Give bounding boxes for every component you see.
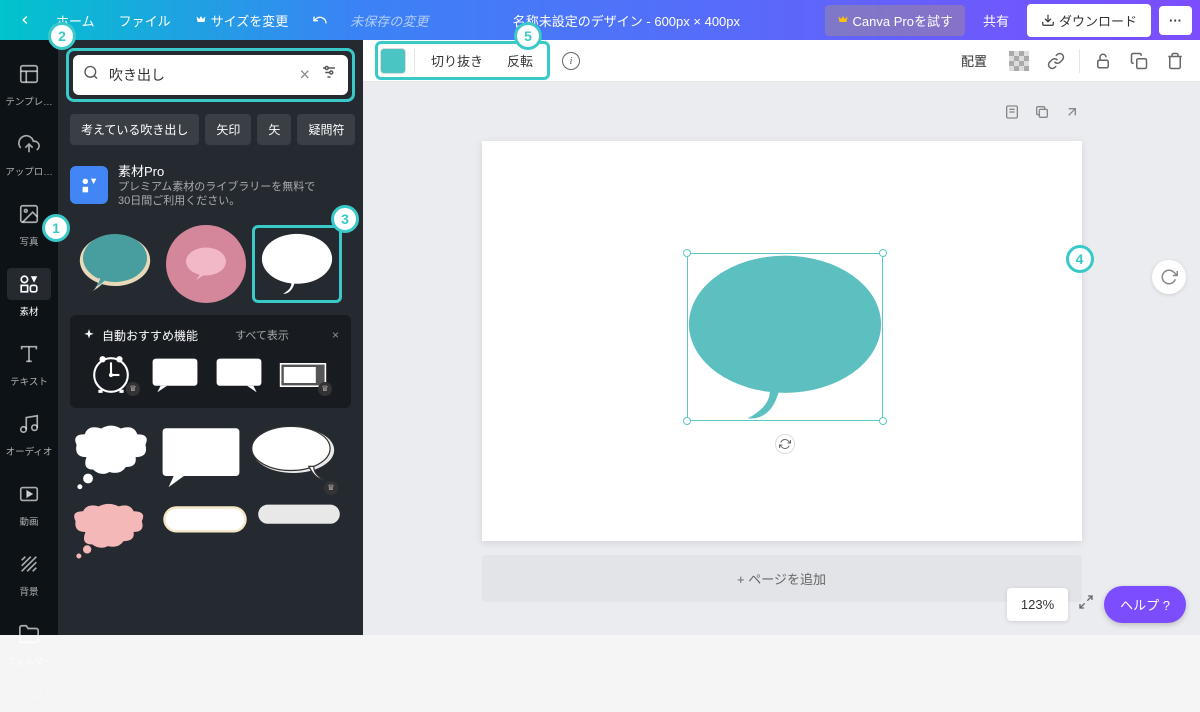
canvas-page[interactable]: 4	[482, 141, 1082, 541]
crown-icon	[195, 14, 207, 26]
pro-badge-icon: ♕	[324, 481, 338, 495]
info-icon[interactable]: i	[562, 52, 580, 70]
recommendations-section: 自動おすすめ機能 すべて表示 × ♕ ♕	[70, 315, 351, 408]
position-button[interactable]: 配置	[953, 47, 995, 74]
tutorial-badge-3: 3	[331, 205, 359, 233]
sidebar-item-templates[interactable]: テンプレ…	[0, 48, 58, 118]
undo-button[interactable]	[302, 6, 338, 34]
element-result[interactable]	[70, 424, 152, 497]
pro-promo-banner[interactable]: 素材Pro プレミアム素材のライブラリーを無料で 30日間ご利用ください。	[70, 157, 351, 213]
element-result[interactable]	[256, 503, 342, 566]
icon-sidebar: テンプレ… アップロ… 写真 素材 テキスト オーディオ 動画 背景	[0, 40, 58, 635]
close-rec-button[interactable]: ×	[326, 328, 339, 342]
sidebar-item-text[interactable]: テキスト	[0, 328, 58, 398]
promo-subtitle-2: 30日間ご利用ください。	[118, 194, 315, 208]
canvas-scroll[interactable]: 4 + ページを追加	[363, 82, 1200, 635]
element-result[interactable]	[70, 503, 154, 566]
file-menu[interactable]: ファイル	[109, 5, 181, 36]
refresh-button[interactable]	[1152, 260, 1186, 294]
promo-title: 素材Pro	[118, 161, 315, 180]
more-results: ♕	[70, 424, 351, 566]
duplicate-page-icon[interactable]	[1032, 102, 1052, 127]
suggestion-chips: 考えている吹き出し 矢印 矢 疑問符	[70, 114, 351, 145]
search-icon	[83, 65, 99, 86]
sidebar-item-audio[interactable]: オーディオ	[0, 398, 58, 468]
notes-icon[interactable]	[1002, 102, 1022, 127]
sidebar-item-background[interactable]: 背景	[0, 538, 58, 608]
rec-element[interactable]	[146, 354, 204, 396]
duplicate-icon[interactable]	[1126, 48, 1152, 74]
see-all-link[interactable]: すべて表示	[235, 327, 289, 343]
sidebar-item-folder[interactable]: フォルダー	[0, 608, 58, 678]
resize-button[interactable]: サイズを変更	[185, 5, 299, 36]
page-actions	[482, 102, 1082, 127]
element-result-selected[interactable]	[252, 225, 342, 303]
filter-icon[interactable]	[320, 64, 338, 87]
sidebar-item-upload[interactable]: アップロ…	[0, 118, 58, 188]
rec-title: 自動おすすめ機能	[82, 327, 198, 344]
search-results-row: 3	[70, 225, 351, 303]
clear-search-button[interactable]: ×	[299, 65, 310, 86]
rec-element[interactable]	[210, 354, 268, 396]
element-result[interactable]	[70, 225, 160, 303]
zoom-bar: 123% ヘルプ ?	[1007, 586, 1186, 623]
sparkle-icon	[82, 328, 96, 342]
sidebar-item-elements[interactable]: 素材	[0, 258, 58, 328]
promo-icon	[70, 166, 108, 204]
canvas-area: 切り抜き 反転 i 配置	[363, 40, 1200, 635]
download-icon	[1041, 13, 1055, 27]
context-toolbar: 切り抜き 反転 i 配置	[363, 40, 1200, 82]
lock-icon[interactable]	[1090, 48, 1116, 74]
element-result[interactable]	[160, 503, 250, 566]
crop-button[interactable]: 切り抜き	[423, 47, 491, 74]
rec-element[interactable]: ♕	[82, 354, 140, 396]
resize-handle-tr[interactable]	[879, 249, 887, 257]
main-area: テンプレ… アップロ… 写真 素材 テキスト オーディオ 動画 背景	[0, 40, 1200, 635]
chip-item[interactable]: 矢印	[205, 114, 251, 145]
share-button[interactable]: 共有	[973, 5, 1019, 36]
chip-item[interactable]: 疑問符	[297, 114, 355, 145]
tutorial-badge-2: 2	[48, 22, 76, 50]
flip-button[interactable]: 反転	[499, 47, 541, 74]
resize-handle-tl[interactable]	[683, 249, 691, 257]
chip-item[interactable]: 考えている吹き出し	[70, 114, 199, 145]
tutorial-badge-4: 4	[1066, 245, 1094, 273]
download-button[interactable]: ダウンロード	[1027, 4, 1151, 37]
rec-element[interactable]: ♕	[274, 354, 332, 396]
back-button[interactable]	[8, 7, 42, 33]
sidebar-item-video[interactable]: 動画	[0, 468, 58, 538]
element-result[interactable]	[158, 424, 244, 497]
chip-item[interactable]: 矢	[257, 114, 291, 145]
selection-box[interactable]	[687, 253, 883, 421]
link-icon[interactable]	[1043, 48, 1069, 74]
top-bar: ホーム ファイル サイズを変更 未保存の変更 名称未設定のデザイン - 600p…	[0, 0, 1200, 40]
pro-badge-icon: ♕	[126, 382, 140, 396]
more-options-button[interactable]: ···	[1159, 6, 1192, 35]
try-pro-button[interactable]: Canva Proを試す	[825, 5, 965, 36]
help-button[interactable]: ヘルプ ?	[1104, 586, 1186, 623]
expand-icon[interactable]	[1062, 102, 1082, 127]
pro-badge-icon: ♕	[318, 382, 332, 396]
top-right-actions: Canva Proを試す 共有 ダウンロード ···	[825, 4, 1192, 37]
tutorial-badge-1: 1	[42, 214, 70, 242]
tutorial-badge-5: 5	[514, 22, 542, 50]
element-result[interactable]: ♕	[250, 424, 340, 497]
design-title[interactable]: 名称未設定のデザイン - 600px × 400px	[428, 11, 824, 30]
transparency-icon[interactable]	[1005, 47, 1033, 75]
crown-icon	[837, 14, 849, 26]
add-page-button[interactable]: + ページを追加	[482, 555, 1082, 602]
rotate-handle[interactable]	[775, 434, 795, 454]
sidebar-item-more[interactable]: もっと見る	[0, 678, 58, 712]
zoom-level[interactable]: 123%	[1007, 588, 1068, 621]
elements-panel: × 考えている吹き出し 矢印 矢 疑問符 素材Pro プレミアム素材のライブラリ…	[58, 40, 363, 635]
element-result[interactable]	[166, 225, 246, 303]
fullscreen-icon[interactable]	[1078, 594, 1094, 615]
unsaved-status: 未保存の変更	[350, 11, 428, 30]
color-picker-button[interactable]	[380, 48, 406, 74]
resize-handle-bl[interactable]	[683, 417, 691, 425]
resize-handle-br[interactable]	[879, 417, 887, 425]
promo-subtitle-1: プレミアム素材のライブラリーを無料で	[118, 180, 315, 194]
trash-icon[interactable]	[1162, 48, 1188, 74]
